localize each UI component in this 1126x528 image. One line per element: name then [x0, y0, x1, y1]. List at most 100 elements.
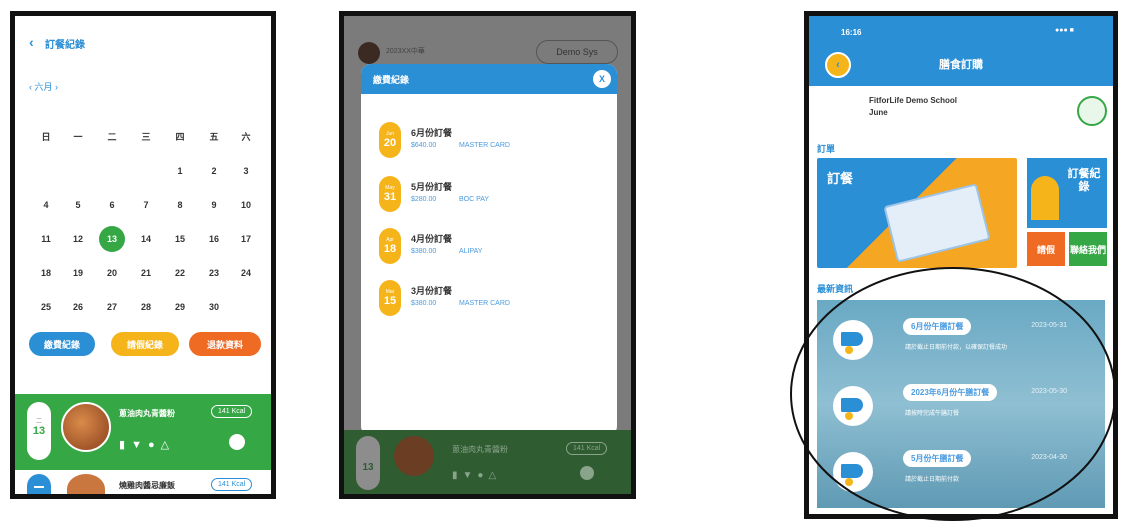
payment-record-list: Jun 20 6月份訂餐 $640.00 MASTER CARD May 31 5月份訂餐 $2… [361, 64, 617, 436]
calendar-day[interactable]: 7 [133, 200, 159, 210]
meal-day-label: 二 [35, 419, 42, 425]
calendar-day[interactable]: 17 [233, 234, 259, 244]
meal-photo [394, 436, 434, 476]
leave-records-button[interactable]: 請假紀錄 [111, 332, 179, 356]
record-amount: $380.00 [411, 248, 437, 255]
contact-us-button[interactable]: 聯絡我們 [1069, 232, 1107, 266]
record-amount: $280.00 [411, 196, 437, 203]
calendar-day[interactable]: 25 [33, 302, 59, 312]
meal-name: 燒雞肉醬忌廉飯 [119, 481, 175, 490]
next-date-badge [27, 474, 51, 494]
record-title: 3月份訂餐 [411, 286, 453, 296]
apple-icon [580, 466, 594, 480]
calendar-day[interactable]: 16 [201, 234, 227, 244]
calendar-day[interactable]: 5 [65, 200, 91, 210]
calendar-day[interactable]: 10 [233, 200, 259, 210]
calendar-day[interactable]: 20 [99, 268, 125, 278]
record-day: 18 [383, 243, 397, 255]
apple-icon[interactable] [229, 434, 245, 450]
meal-card[interactable]: 二 13 蔥油肉丸青醬粉 141 Kcal ▮▼●△ [15, 394, 271, 470]
meal-card-next[interactable]: 燒雞肉醬忌廉飯 141 Kcal [15, 470, 271, 494]
payment-record[interactable]: Apr 18 4月份訂餐 $380.00 ALIPAY [379, 228, 589, 272]
school-logo [1077, 96, 1107, 126]
school-name: FitforLife Demo School [869, 96, 957, 105]
meal-kcal-badge: 141 Kcal [566, 442, 608, 455]
calendar-day[interactable]: 15 [167, 234, 193, 244]
weekday-label: 四 [175, 132, 185, 142]
calendar-day[interactable]: 28 [133, 302, 159, 312]
calendar-day[interactable]: 18 [33, 268, 59, 278]
meal-date-badge: 二 13 [27, 402, 51, 460]
tablet-illustration [883, 183, 991, 263]
leave-button[interactable]: 請假 [1027, 232, 1065, 266]
payment-records-button[interactable]: 繳費紀錄 [29, 332, 95, 356]
egg-icon: ● [147, 439, 161, 451]
weekday-label: 三 [141, 132, 151, 142]
record-date-badge: Jun 20 [379, 122, 401, 158]
calendar-day[interactable]: 2 [201, 166, 227, 176]
record-title: 4月份訂餐 [411, 234, 453, 244]
meal-date-badge: 13 [356, 436, 380, 490]
calendar-day[interactable]: 21 [133, 268, 159, 278]
meal-name: 蔥油肉丸青醬粉 [119, 409, 175, 418]
record-date-badge: May 31 [379, 176, 401, 212]
payment-record[interactable]: Jun 20 6月份訂餐 $640.00 MASTER CARD [379, 122, 589, 166]
refund-info-button[interactable]: 退款資料 [189, 332, 261, 356]
calendar-day[interactable]: 14 [133, 234, 159, 244]
warning-icon: △ [160, 439, 176, 451]
shield-icon: ▼ [131, 439, 148, 451]
shield-icon: ▼ [462, 470, 478, 481]
calendar-day[interactable]: 23 [201, 268, 227, 278]
meal-name: 蔥油肉丸青醬粉 [452, 445, 508, 454]
section-order-heading: 訂單 [817, 144, 836, 154]
calendar-day[interactable]: 26 [65, 302, 91, 312]
calendar-day[interactable]: 19 [65, 268, 91, 278]
status-icons: ●●● ■ [1055, 27, 1074, 34]
calendar-day[interactable]: 6 [99, 200, 125, 210]
calendar-day[interactable]: 22 [167, 268, 193, 278]
record-title: 5月份訂餐 [411, 182, 453, 192]
header-name: 2023XX中華 [386, 48, 425, 55]
order-label: 訂餐 [827, 171, 854, 186]
phone-order-records: ‹ 訂餐紀錄 ‹ 六月 › 日一二三四五六 1 2 3 4 5 6 7 8 9 10 11 12 13 14… [10, 11, 276, 499]
record-payment-method: BOC PAY [459, 196, 490, 203]
weekday-label: 日 [41, 132, 51, 142]
calendar-day[interactable]: 11 [33, 234, 59, 244]
meal-day: 13 [32, 425, 46, 437]
weekday-label: 一 [73, 132, 83, 142]
payment-record[interactable]: Mar 15 3月份訂餐 $380.00 MASTER CARD [379, 280, 589, 324]
meal-photo [61, 402, 111, 452]
meal-card-dimmed: 13 蔥油肉丸青醬粉 141 Kcal ▮▼●△ [344, 430, 631, 494]
calendar-day[interactable]: 9 [201, 200, 227, 210]
calendar-day[interactable]: 12 [65, 234, 91, 244]
record-amount: $380.00 [411, 300, 437, 307]
calendar-day[interactable]: 8 [167, 200, 193, 210]
calendar-day[interactable]: 27 [99, 302, 125, 312]
meal-kcal-badge: 141 Kcal [211, 405, 253, 418]
weekday-label: 六 [241, 132, 251, 142]
calendar-day-selected[interactable]: 13 [99, 226, 125, 252]
record-payment-method: MASTER CARD [459, 142, 510, 149]
record-date-badge: Mar 15 [379, 280, 401, 316]
egg-icon: ● [477, 470, 489, 481]
order-records-tile[interactable]: 訂餐紀錄 [1027, 158, 1107, 228]
page-title: 膳食訂購 [939, 59, 983, 71]
calendar-day[interactable]: 30 [201, 302, 227, 312]
calendar-day[interactable]: 24 [233, 268, 259, 278]
allergen-icons: ▮▼●△ [119, 438, 175, 451]
header-button[interactable]: Demo Sys [536, 40, 618, 64]
calendar-day[interactable]: 3 [233, 166, 259, 176]
person-illustration [1031, 176, 1059, 220]
record-date-badge: Apr 18 [379, 228, 401, 264]
calendar-day[interactable]: 1 [167, 166, 193, 176]
app-header: 16:16 ●●● ■ ‹ 膳食訂購 [809, 16, 1113, 86]
payment-record[interactable]: May 31 5月份訂餐 $280.00 BOC PAY [379, 176, 589, 220]
meal-kcal-badge: 141 Kcal [211, 478, 253, 491]
allergen-icons: ▮▼●△ [452, 470, 501, 481]
calendar-day[interactable]: 4 [33, 200, 59, 210]
record-payment-method: MASTER CARD [459, 300, 510, 307]
bottle-icon: ▮ [119, 439, 132, 451]
order-meal-tile[interactable]: 訂餐 [817, 158, 1017, 268]
calendar-day[interactable]: 29 [167, 302, 193, 312]
bottle-icon: ▮ [452, 470, 463, 481]
